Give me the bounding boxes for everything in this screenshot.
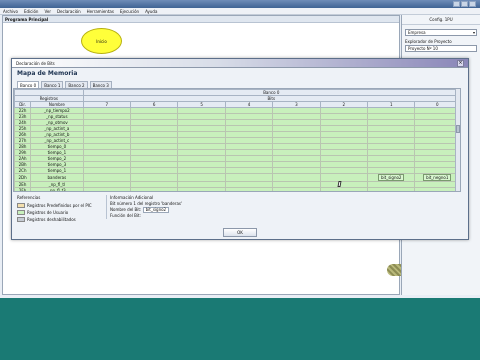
bit-cell[interactable]: bit_signo2 <box>367 173 416 182</box>
bit-cell[interactable] <box>319 173 369 182</box>
close-icon[interactable]: × <box>457 60 464 67</box>
menu-ayuda[interactable]: Ayuda <box>145 9 157 14</box>
table-row[interactable]: 2Dh banderas bit_signo2 bit_negno1 <box>14 173 460 182</box>
menu-bar: Archivo Edición Ver Declaración Herramie… <box>0 8 480 15</box>
bit-cell[interactable] <box>224 187 274 191</box>
tab-banco-3[interactable]: Banco 3 <box>89 81 112 88</box>
register-name[interactable]: banderas <box>30 173 84 182</box>
references-title: Referencias <box>17 195 41 200</box>
close-button[interactable] <box>469 1 476 7</box>
register-address: 2Dh <box>14 173 32 182</box>
bit-label[interactable]: bit_signo2 <box>377 174 405 181</box>
tab-banco-0[interactable]: Banco 0 <box>17 81 40 88</box>
reference-item: Registros de Usuario <box>17 209 107 216</box>
ok-button[interactable]: OK <box>223 228 257 237</box>
memory-map-table[interactable]: Banco 0 Registros Bits Dir. Nombre 7 6 5… <box>13 88 461 192</box>
bank-tabs: Banco 0 Banco 1 Banco 2 Banco 3 <box>17 81 463 88</box>
scrollbar-thumb[interactable] <box>456 125 460 133</box>
bit-cell[interactable] <box>272 187 321 191</box>
bit-cell[interactable] <box>82 187 132 191</box>
desktop-background <box>0 298 480 360</box>
bit-cell[interactable] <box>129 187 179 191</box>
bit-cell[interactable] <box>82 173 132 182</box>
device-select-value: Empresa <box>408 30 426 35</box>
tab-banco-2[interactable]: Banco 2 <box>65 81 88 88</box>
bit-cell[interactable] <box>177 187 226 191</box>
app-titlebar <box>0 0 480 8</box>
table-row[interactable]: 2Fh _np_fl_t3 <box>14 187 460 191</box>
menu-herramientas[interactable]: Herramientas <box>87 9 114 14</box>
device-select[interactable]: Empresa ▾ <box>405 29 477 36</box>
menu-edicion[interactable]: Edición <box>24 9 38 14</box>
canvas-title: Programa Principal <box>3 16 399 23</box>
bit-cell[interactable] <box>414 187 460 191</box>
memory-map-heading: Mapa de Memoria <box>17 70 78 77</box>
bit-cell[interactable] <box>272 173 321 182</box>
menu-declaracion[interactable]: Declaración <box>57 9 81 14</box>
bit-function-label: Función del Bit: <box>110 213 141 218</box>
legend-area: Referencias Registros Predefinidos por e… <box>13 195 461 229</box>
reference-item: Registros Predefinidos por el PIC <box>17 202 107 209</box>
color-swatch <box>17 217 25 222</box>
start-node-label: Inicio <box>96 38 107 44</box>
menu-archivo[interactable]: Archivo <box>3 9 18 14</box>
reference-label: Registros Predefinidos por el PIC <box>27 203 92 208</box>
start-node[interactable]: Inicio <box>81 28 122 54</box>
reference-label: Registros deshabilitados <box>27 217 76 222</box>
tab-banco-1[interactable]: Banco 1 <box>41 81 64 88</box>
reference-label: Registros de Usuario <box>27 210 69 215</box>
dialog-title: Declaración de Bits <box>12 59 468 68</box>
register-address: 2Fh <box>14 187 32 191</box>
bit-label[interactable]: bit_negno1 <box>423 174 452 181</box>
bit-cell[interactable] <box>177 173 226 182</box>
references-panel: Referencias Registros Predefinidos por e… <box>17 195 107 223</box>
bit-cell[interactable] <box>129 173 179 182</box>
bit-cell[interactable] <box>224 173 274 182</box>
menu-ver[interactable]: Ver <box>44 9 51 14</box>
config-header: Config. 1PU <box>402 15 480 25</box>
project-field[interactable]: Proyecto Nº 10 <box>405 45 477 52</box>
chevron-down-icon: ▾ <box>472 30 475 35</box>
color-swatch <box>17 210 25 215</box>
menu-ejecucion[interactable]: Ejecución <box>120 9 139 14</box>
additional-info-panel: Información Adicional Bit número 1 del r… <box>106 195 306 219</box>
bit-cell[interactable]: bit_negno1 <box>414 173 460 182</box>
project-explorer-label: Explorador de Proyecto <box>405 39 452 44</box>
color-swatch <box>17 203 25 208</box>
bit-cell[interactable] <box>367 187 416 191</box>
reference-item: Registros deshabilitados <box>17 216 107 223</box>
bit-name-value[interactable]: bit_signo2 <box>142 207 170 213</box>
bit-name-label: Nombre del Bit: <box>110 207 142 212</box>
bit-cell[interactable] <box>319 187 369 191</box>
minimize-button[interactable] <box>453 1 460 7</box>
maximize-button[interactable] <box>461 1 468 7</box>
register-name[interactable]: _np_fl_t3 <box>30 187 84 191</box>
table-scrollbar[interactable] <box>455 89 460 191</box>
